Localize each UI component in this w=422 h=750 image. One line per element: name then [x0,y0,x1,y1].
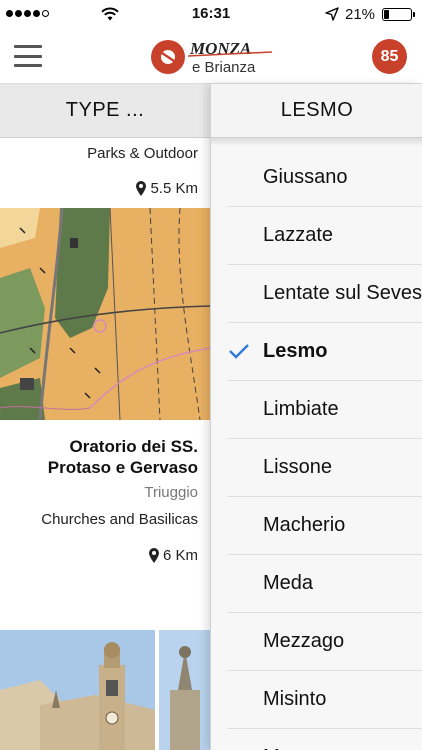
results-list: TYPE ... Parks & Outdoor 5.5 Km Oratorio… [0,84,210,750]
battery-level-fill [384,10,389,19]
town-option[interactable]: Misinto [227,671,422,729]
town-option-label: Lazzate [263,224,334,246]
town-option[interactable]: Macherio [227,497,422,555]
map-thumbnail[interactable] [0,208,210,420]
town-option[interactable]: Monza [227,729,422,750]
card-category: Parks & Outdoor [87,145,198,162]
town-option-label: Lissone [263,456,332,478]
battery-percent: 21% [345,6,376,23]
card-distance-value: 6 Km [162,547,198,564]
location-arrow-icon [325,7,339,21]
town-option[interactable]: Lesmo [227,323,422,381]
town-list: Giussano Lazzate Lentate sul Seveso Lesmo Li… [211,149,422,750]
header-shadow [211,138,422,146]
town-option[interactable]: Mezzago [227,613,422,671]
town-option-label: Lentate sul Seveso [263,282,422,304]
map-pin-icon [136,181,147,196]
town-option-label: Misinto [263,688,327,710]
town-option[interactable]: Giussano [227,149,422,207]
card-category: Churches and Basilicas [41,511,198,528]
card-town: Triuggio [144,484,198,501]
town-option[interactable]: Meda [227,555,422,613]
card-title[interactable]: Oratorio dei SS. Protaso e Gervaso [10,436,198,478]
town-option[interactable]: Lentate sul Seveso [227,265,422,323]
svg-text:e Brianza: e Brianza [192,59,256,76]
church-photo-thumbnail[interactable] [0,630,210,750]
notification-badge[interactable]: 85 [372,39,407,74]
town-option-label: Limbiate [263,398,339,420]
nav-bar: MONZA e Brianza 85 [0,30,422,84]
hamburger-menu-icon[interactable] [14,45,42,67]
card-distance: 6 Km [148,547,198,564]
town-option-label: Giussano [263,166,348,188]
town-option-label: Macherio [263,514,346,536]
status-bar: 16:31 21% [0,0,422,30]
town-option-label: Lesmo [263,340,328,362]
town-option[interactable]: Lazzate [227,207,422,265]
town-option[interactable]: Lissone [227,439,422,497]
town-option-label: Meda [263,572,314,594]
checkmark-icon [229,344,249,359]
type-filter-button[interactable]: TYPE ... [0,84,210,138]
card-distance-value: 5.5 Km [150,180,198,197]
town-dropdown-panel: LESMO Giussano Lazzate Lentate sul Seveso L… [210,84,422,750]
card-distance: 5.5 Km [136,180,198,197]
map-pin-icon [148,548,159,563]
town-option-label: Monza [263,746,323,750]
monza-brianza-logo: MONZA e Brianza [151,39,273,76]
town-option-label: Mezzago [263,630,345,652]
town-filter-button[interactable]: LESMO [211,84,422,138]
town-option[interactable]: Limbiate [227,381,422,439]
battery-icon [382,8,415,21]
